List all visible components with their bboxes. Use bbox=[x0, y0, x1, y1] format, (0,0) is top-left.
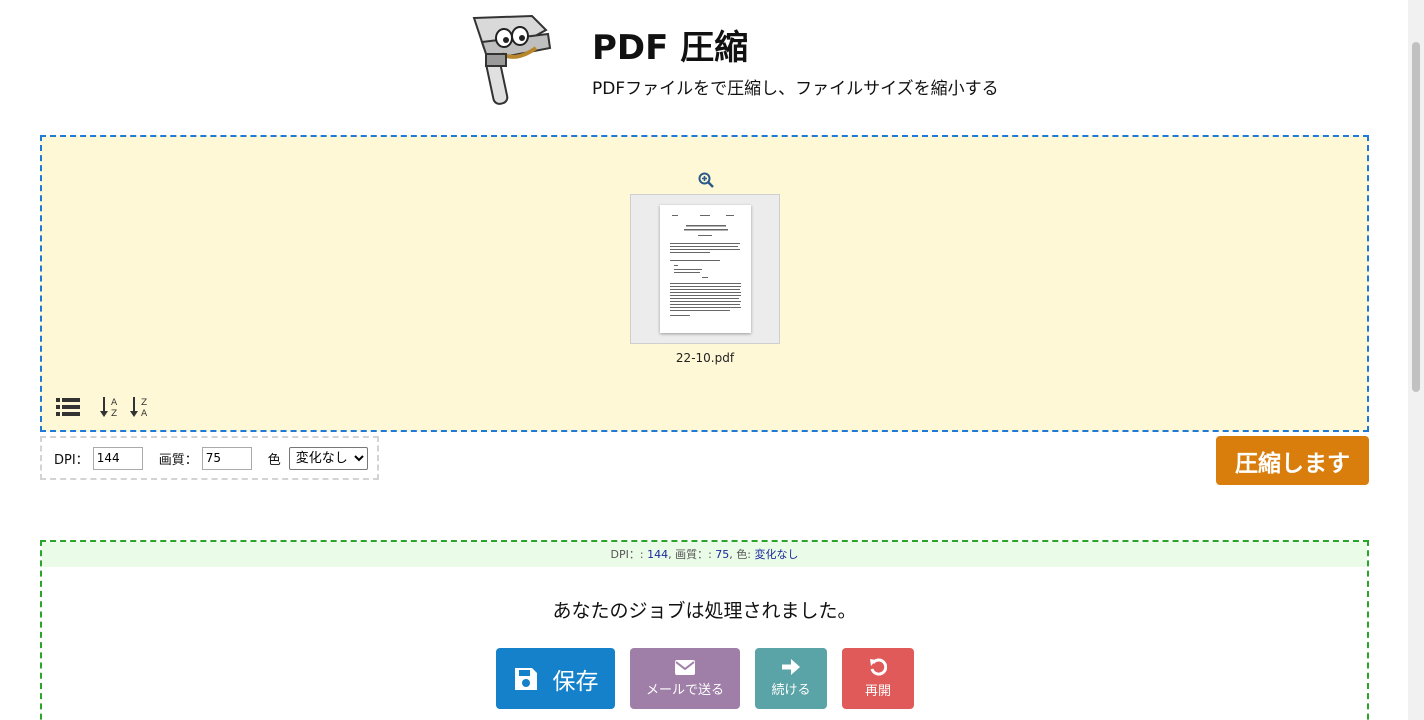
continue-label: 続ける bbox=[771, 683, 811, 698]
sort-a-z-icon[interactable]: A Z bbox=[100, 396, 120, 418]
file-thumbnail[interactable] bbox=[630, 194, 780, 344]
quality-label: 画質： bbox=[158, 452, 198, 468]
arrow-right-icon bbox=[782, 659, 800, 675]
save-icon bbox=[514, 667, 537, 690]
save-label: 保存 bbox=[552, 668, 599, 695]
summary-dpi-label: DPI：: bbox=[610, 548, 648, 561]
email-label: メールで送る bbox=[645, 682, 724, 698]
page-subtitle: PDFファイルをで圧縮し、ファイルサイズを縮小する bbox=[592, 79, 999, 99]
zoom-in-icon[interactable] bbox=[698, 172, 714, 188]
header: PDF 圧縮 PDFファイルをで圧縮し、ファイルサイズを縮小する bbox=[0, 0, 1408, 130]
summary-color-value: 変化なし bbox=[754, 548, 799, 561]
result-settings-summary: DPI：: 144, 画質：: 75, 色: 変化なし bbox=[42, 542, 1367, 567]
sort-z-a-icon[interactable]: Z A bbox=[130, 396, 150, 418]
quality-input[interactable] bbox=[201, 446, 252, 470]
pdf-compressor-mascot-logo bbox=[472, 14, 552, 105]
list-view-icon[interactable] bbox=[56, 397, 80, 417]
svg-text:A: A bbox=[141, 409, 148, 418]
result-actions: 保存 メールで送る 続ける 再開 bbox=[496, 648, 914, 709]
save-button[interactable]: 保存 bbox=[496, 648, 615, 709]
email-button[interactable]: メールで送る bbox=[630, 648, 740, 709]
svg-text:Z: Z bbox=[141, 398, 147, 408]
restart-icon bbox=[870, 658, 887, 676]
dropzone-toolbar: A Z Z A bbox=[56, 395, 150, 419]
dpi-input[interactable] bbox=[92, 446, 143, 470]
summary-quality-value: 75 bbox=[715, 548, 730, 561]
compress-button[interactable]: 圧縮します bbox=[1216, 436, 1369, 485]
dpi-label: DPI： bbox=[54, 452, 89, 468]
file-dropzone[interactable]: 22-10.pdf A Z Z A bbox=[40, 135, 1369, 432]
vertical-scrollbar[interactable] bbox=[1408, 0, 1424, 720]
summary-quality-label: , 画質：: bbox=[668, 548, 716, 561]
envelope-icon bbox=[675, 659, 695, 675]
color-label: 色 bbox=[267, 452, 281, 468]
job-done-message: あなたのジョブは処理されました。 bbox=[552, 600, 857, 622]
result-panel: DPI：: 144, 画質：: 75, 色: 変化なし あなたのジョブは処理され… bbox=[40, 540, 1369, 720]
summary-dpi-value: 144 bbox=[647, 548, 669, 561]
page-title: PDF 圧縮 bbox=[592, 28, 749, 68]
restart-button[interactable]: 再開 bbox=[842, 648, 914, 709]
restart-label: 再開 bbox=[864, 684, 891, 699]
svg-text:A: A bbox=[111, 398, 118, 408]
scrollbar-thumb[interactable] bbox=[1412, 42, 1420, 392]
pdf-page-preview bbox=[660, 205, 751, 333]
compression-options: DPI： 画質： 色 変化なし bbox=[40, 436, 379, 480]
file-name-label: 22-10.pdf bbox=[675, 351, 735, 365]
continue-button[interactable]: 続ける bbox=[755, 648, 827, 709]
summary-color-label: , 色: bbox=[729, 548, 755, 561]
color-select[interactable]: 変化なし bbox=[288, 446, 368, 470]
svg-text:Z: Z bbox=[111, 409, 117, 418]
